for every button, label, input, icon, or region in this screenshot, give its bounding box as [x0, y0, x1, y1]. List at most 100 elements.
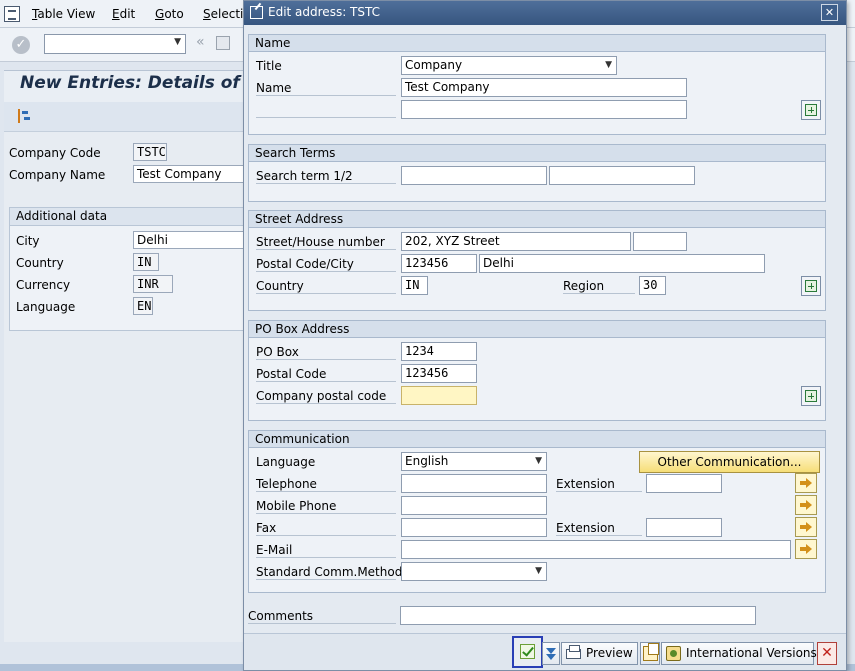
menu-goto[interactable]: Goto	[155, 7, 184, 21]
fax-extension-label: Extension	[556, 521, 642, 536]
save-icon[interactable]	[216, 36, 230, 50]
region-label: Region	[563, 279, 635, 294]
international-versions-button[interactable]: International Versions	[661, 642, 817, 665]
region-field[interactable]: 30	[639, 276, 666, 295]
cancel-button[interactable]: ✕	[817, 642, 837, 665]
language-label: Language	[16, 300, 76, 314]
country-field[interactable]: IN	[133, 253, 159, 271]
email-more-button[interactable]	[795, 539, 817, 559]
arrow-right-icon	[800, 544, 813, 554]
command-field[interactable]	[44, 34, 186, 54]
preview-button[interactable]: Preview	[561, 642, 638, 665]
telephone-field[interactable]	[401, 474, 547, 493]
std-comm-label: Standard Comm.Method	[256, 565, 403, 580]
house-number-field[interactable]	[633, 232, 687, 251]
name2-field[interactable]	[401, 100, 687, 119]
more-name-fields-button[interactable]	[801, 100, 821, 120]
po-box-field[interactable]: 1234	[401, 342, 477, 361]
street-address-title: Street Address	[249, 211, 825, 228]
mobile-more-button[interactable]	[795, 495, 817, 515]
back-chevron-icon[interactable]: «	[196, 34, 205, 50]
name-group: Name Title Company Name Test Company	[248, 34, 826, 135]
more-pobox-fields-button[interactable]	[801, 386, 821, 406]
street-label: Street/House number	[256, 235, 396, 250]
name2-label	[256, 103, 396, 118]
email-label: E-Mail	[256, 543, 396, 558]
street-field[interactable]: 202, XYZ Street	[401, 232, 631, 251]
globe-icon	[666, 646, 681, 661]
continue-button[interactable]	[512, 636, 543, 668]
menu-icon[interactable]	[4, 6, 20, 22]
fax-label: Fax	[256, 521, 396, 536]
more-street-fields-button[interactable]	[801, 276, 821, 296]
menu-edit[interactable]: Edit	[112, 7, 135, 21]
country-label: Country	[16, 256, 64, 270]
comments-field[interactable]	[400, 606, 756, 625]
po-postal-label: Postal Code	[256, 367, 396, 382]
country-label: Country	[256, 279, 396, 294]
currency-label: Currency	[16, 278, 71, 292]
title-select[interactable]: Company	[401, 56, 617, 75]
arrow-right-icon	[800, 478, 813, 488]
search-term-2-field[interactable]	[549, 166, 695, 185]
city-field[interactable]: Delhi	[479, 254, 765, 273]
international-versions-label: International Versions	[686, 646, 817, 660]
copy-icon	[643, 643, 659, 661]
other-communication-button[interactable]: Other Communication...	[639, 451, 820, 473]
edit-document-icon	[250, 6, 263, 19]
expand-plus-icon	[805, 390, 817, 402]
city-label: City	[16, 234, 40, 248]
mobile-label: Mobile Phone	[256, 499, 396, 514]
communication-group: Communication Language English Other Com…	[248, 430, 826, 593]
telephone-more-button[interactable]	[795, 473, 817, 493]
fax-extension-field[interactable]	[646, 518, 722, 537]
po-box-group: PO Box Address PO Box 1234 Postal Code 1…	[248, 320, 826, 421]
check-icon[interactable]: ✓	[12, 36, 30, 54]
search-term-1-field[interactable]	[401, 166, 547, 185]
page-title: New Entries: Details of Ad	[20, 73, 244, 93]
po-box-label: PO Box	[256, 345, 396, 360]
search-terms-group: Search Terms Search term 1/2	[248, 144, 826, 202]
mobile-field[interactable]	[401, 496, 547, 515]
edit-address-dialog: Edit address: TSTC ✕ Name Title Company …	[243, 0, 847, 671]
copy-button[interactable]	[640, 642, 660, 665]
fax-field[interactable]	[401, 518, 547, 537]
po-box-title: PO Box Address	[249, 321, 825, 338]
menu-table-view[interactable]: Table View	[32, 7, 95, 21]
country-field[interactable]: IN	[401, 276, 428, 295]
search-terms-title: Search Terms	[249, 145, 825, 162]
app-toolbar	[4, 102, 249, 132]
hierarchy-icon[interactable]	[18, 109, 32, 123]
name-label: Name	[256, 81, 396, 96]
company-name-field[interactable]: Test Company	[133, 165, 249, 183]
po-postal-field[interactable]: 123456	[401, 364, 477, 383]
name-group-title: Name	[249, 35, 825, 52]
title-label: Title	[256, 59, 282, 73]
company-postal-label: Company postal code	[256, 389, 396, 404]
name-field[interactable]: Test Company	[401, 78, 687, 97]
email-field[interactable]	[401, 540, 791, 559]
postal-city-label: Postal Code/City	[256, 257, 396, 272]
comments-label: Comments	[248, 609, 396, 624]
expand-plus-icon	[805, 280, 817, 292]
additional-data-title: Additional data	[10, 208, 248, 226]
currency-field[interactable]: INR	[133, 275, 173, 293]
next-button[interactable]	[542, 642, 560, 665]
comm-language-select[interactable]: English	[401, 452, 547, 471]
company-code-label: Company Code	[9, 146, 101, 160]
city-field[interactable]: Delhi	[133, 231, 249, 249]
std-comm-select[interactable]	[401, 562, 547, 581]
printer-icon	[566, 645, 581, 659]
postal-code-field[interactable]: 123456	[401, 254, 477, 273]
telephone-extension-field[interactable]	[646, 474, 722, 493]
dialog-title: Edit address: TSTC	[268, 5, 381, 19]
check-icon	[520, 644, 535, 659]
dialog-footer-toolbar: Preview International Versions ✕	[244, 633, 846, 670]
company-postal-field[interactable]	[401, 386, 477, 405]
company-code-field[interactable]: TSTC	[133, 143, 167, 161]
language-field[interactable]: EN	[133, 297, 153, 315]
fax-more-button[interactable]	[795, 517, 817, 537]
close-button[interactable]: ✕	[821, 4, 838, 21]
street-address-group: Street Address Street/House number 202, …	[248, 210, 826, 311]
double-down-icon	[544, 646, 559, 661]
